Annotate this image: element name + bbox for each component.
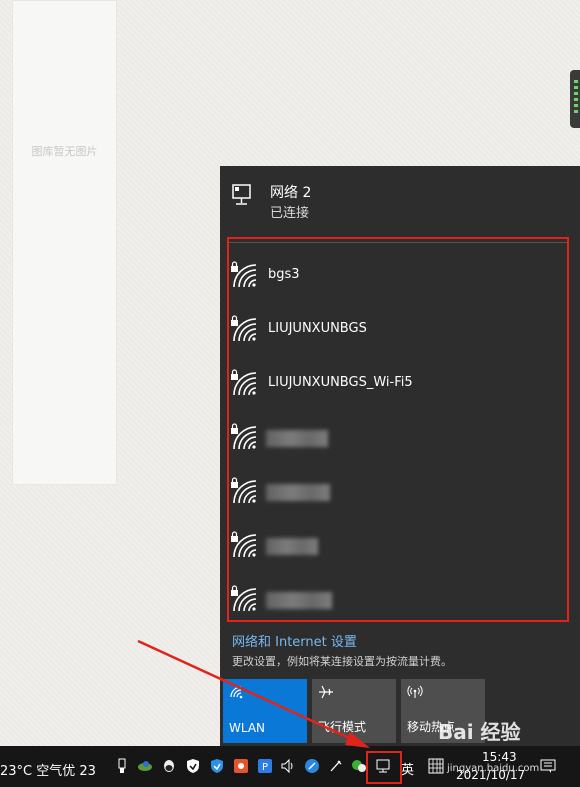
p-icon[interactable]: P [257,758,273,774]
redacted-network-name [266,538,318,555]
defender-icon[interactable] [209,758,225,774]
redacted-network-name [266,592,332,609]
wifi-network-name: LIUJUNXUNBGS_Wi-Fi5 [268,375,413,390]
wifi-network-item[interactable] [220,580,580,620]
image-placeholder-card: 图库暂无图片 [12,0,117,485]
tile-airplane-mode[interactable]: 飞行模式 [312,679,396,743]
tile-wlan-label: WLAN [229,721,266,735]
divider [229,242,567,243]
wifi-secured-icon [231,261,257,288]
ethernet-monitor-icon [232,184,251,205]
ime-indicator[interactable]: 英 [401,759,414,778]
wifi-secured-icon [231,315,257,342]
svg-text:P: P [262,762,268,773]
wifi-icon [230,686,243,699]
connected-network-status: 已连接 [270,206,310,221]
wifi-network-item[interactable] [220,418,580,458]
redacted-network-name [266,430,328,447]
placeholder-text: 图库暂无图片 [31,145,98,158]
redacted-network-name [266,484,330,501]
watermark-url: jingyan.baidu.com [447,763,540,774]
network-settings-link[interactable]: 网络和 Internet 设置 [232,631,357,650]
airplane-icon [319,685,333,699]
wifi-secured-icon [231,477,257,504]
wifi-secured-icon [231,531,257,558]
wifi-network-item[interactable] [220,526,580,566]
usb-icon[interactable] [114,758,130,774]
volume-icon[interactable] [280,758,296,774]
feather-icon[interactable] [304,758,320,774]
qq-icon[interactable] [161,758,177,774]
wifi-network-name: LIUJUNXUNBGS [268,321,367,336]
wifi-secured-icon [231,423,257,450]
notification-icon[interactable] [540,758,556,774]
watermark-brand: Bai 经验 [438,720,521,744]
wechat-icon[interactable] [351,758,367,774]
security-shield-icon[interactable] [185,758,201,774]
tile-airplane-label: 飞行模式 [318,720,367,734]
wifi-secured-icon [231,585,257,612]
grid-icon[interactable] [428,758,444,774]
wifi-secured-icon [231,369,257,396]
hotspot-icon [407,685,423,698]
pen-icon[interactable] [328,758,344,774]
clock-time[interactable]: 15:43 [482,750,517,764]
network-settings-description: 更改设置，例如将某连接设置为按流量计费。 [232,655,452,668]
app-icon[interactable] [233,758,249,774]
weather-widget[interactable]: 23°C 空气优 23 [0,760,96,779]
tile-wlan[interactable]: WLAN [223,679,307,743]
wifi-network-item[interactable]: LIUJUNXUNBGS [220,310,580,350]
volume-meter [570,70,580,128]
wifi-network-item[interactable] [220,472,580,512]
wifi-network-item[interactable]: LIUJUNXUNBGS_Wi-Fi5 [220,364,580,404]
network-flyout: 网络 2 已连接 bgs3 LIUJUNXUNBGS LIUJUNXUNBGS_Wi… [220,166,580,746]
wifi-network-item[interactable]: bgs3 [220,256,580,296]
network-globe-icon[interactable] [137,758,153,774]
network-tray-highlight [366,751,402,784]
connected-network-name: 网络 2 [270,185,312,201]
wifi-network-name: bgs3 [268,267,300,282]
